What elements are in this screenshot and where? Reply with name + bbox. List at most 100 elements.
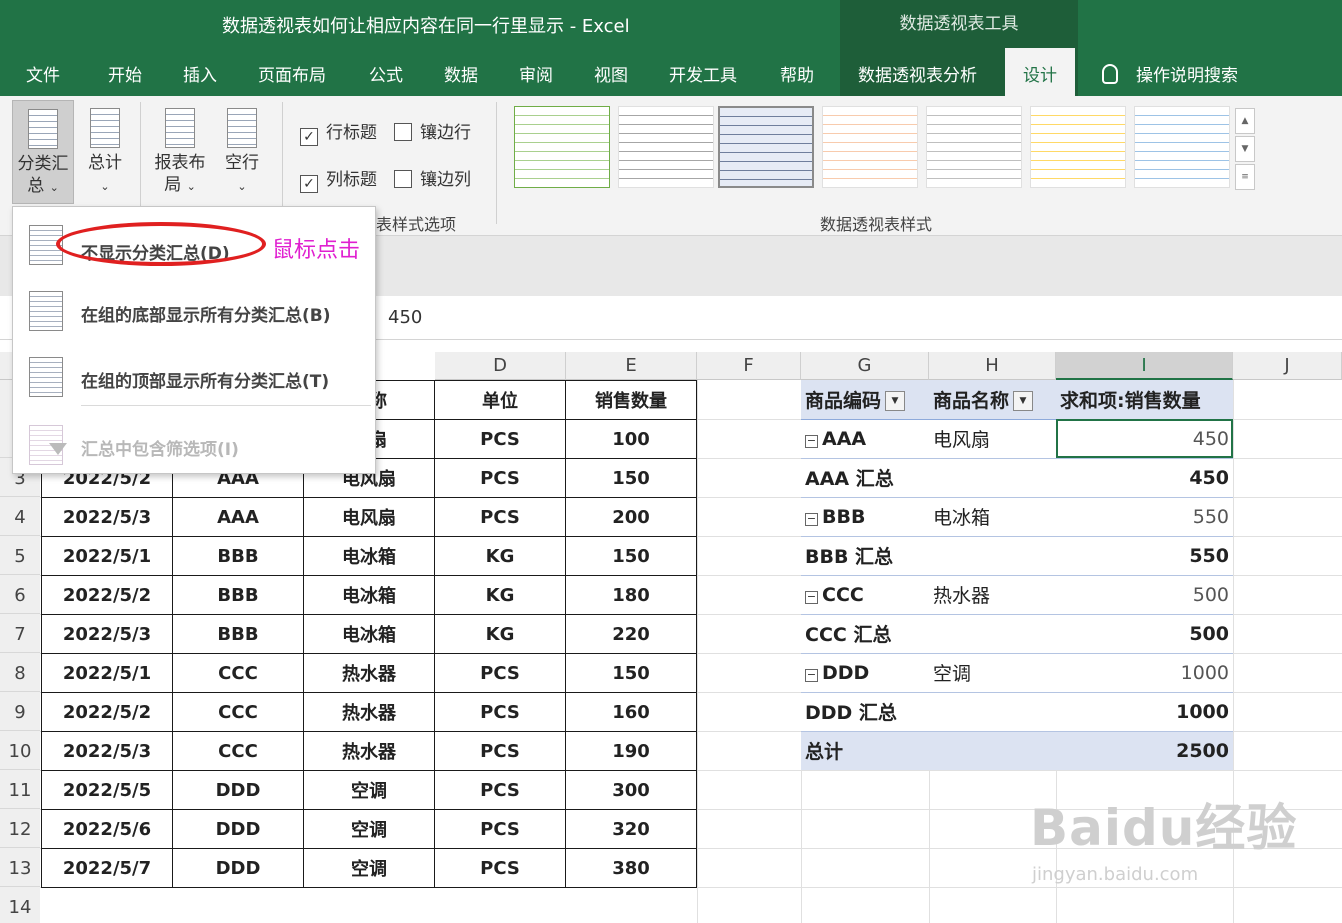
table-cell[interactable]: DDD <box>172 848 304 888</box>
table-cell[interactable]: 空调 <box>303 848 435 888</box>
menu-item-subtotals-top[interactable]: 在组的顶部显示所有分类汇总(T) <box>13 345 375 405</box>
table-cell[interactable]: BBB <box>172 575 304 615</box>
gallery-scroll-up-icon[interactable]: ▲ <box>1235 108 1255 134</box>
row-header-12[interactable]: 12 <box>0 809 40 848</box>
pivot-code-cell[interactable]: − DDD <box>801 653 929 693</box>
row-header-8[interactable]: 8 <box>0 653 40 692</box>
table-cell[interactable]: 2022/5/3 <box>41 497 173 537</box>
tab-data[interactable]: 数据 <box>444 61 478 86</box>
table-cell[interactable]: 180 <box>565 575 697 615</box>
table-cell[interactable]: 热水器 <box>303 653 435 693</box>
table-cell[interactable]: 2022/5/5 <box>41 770 173 810</box>
table-cell[interactable]: 2022/5/3 <box>41 731 173 771</box>
pivot-subtotal-value[interactable]: 1000 <box>1056 692 1233 732</box>
pivot-name-cell[interactable]: 电风扇 <box>929 419 1056 459</box>
tab-home[interactable]: 开始 <box>108 61 142 86</box>
style-swatch-yellow[interactable] <box>1030 106 1126 188</box>
tab-file[interactable]: 文件 <box>26 61 60 86</box>
table-cell[interactable]: 电冰箱 <box>303 614 435 654</box>
filter-dropdown-icon[interactable]: ▼ <box>1013 391 1034 412</box>
table-cell[interactable]: 160 <box>565 692 697 732</box>
filter-dropdown-icon[interactable]: ▼ <box>885 391 906 412</box>
style-swatch-light-gray[interactable] <box>926 106 1022 188</box>
table-cell[interactable]: BBB <box>172 536 304 576</box>
collapse-icon[interactable]: − <box>805 434 818 448</box>
style-swatch-blue-selected[interactable] <box>718 106 814 188</box>
blank-rows-button[interactable]: 空行 ⌄ <box>218 108 266 204</box>
table-cell[interactable]: PCS <box>434 419 566 459</box>
pivot-code-cell[interactable]: − CCC <box>801 575 929 615</box>
table-cell[interactable]: PCS <box>434 653 566 693</box>
table-cell[interactable]: 2022/5/2 <box>41 692 173 732</box>
table-cell[interactable]: 300 <box>565 770 697 810</box>
pivot-empty-cell[interactable] <box>929 730 1056 770</box>
subtotals-button[interactable]: 分类汇 总 ⌄ <box>12 100 74 204</box>
table-cell[interactable]: 220 <box>565 614 697 654</box>
column-header-f[interactable]: F <box>697 352 801 380</box>
table-cell[interactable]: 电冰箱 <box>303 575 435 615</box>
pivot-subtotal-label[interactable]: CCC 汇总 <box>801 614 929 654</box>
table-cell[interactable]: 空调 <box>303 809 435 849</box>
row-header-6[interactable]: 6 <box>0 575 40 614</box>
table-cell[interactable]: KG <box>434 614 566 654</box>
banded-columns-checkbox[interactable]: 镶边列 <box>394 165 471 190</box>
pivot-header-sum[interactable]: 求和项:销售数量 <box>1056 380 1233 420</box>
table-cell[interactable]: 2022/5/7 <box>41 848 173 888</box>
pivot-grand-total-label[interactable]: 总计 <box>801 730 929 770</box>
tab-insert[interactable]: 插入 <box>183 61 217 86</box>
table-cell[interactable]: AAA <box>172 497 304 537</box>
pivot-sum-cell[interactable]: 500 <box>1056 575 1233 615</box>
row-header-10[interactable]: 10 <box>0 731 40 770</box>
pivot-name-cell[interactable]: 空调 <box>929 653 1056 693</box>
table-cell[interactable]: KG <box>434 575 566 615</box>
table-cell[interactable]: 150 <box>565 458 697 498</box>
pivot-sum-cell[interactable]: 450 <box>1056 419 1233 459</box>
pivot-code-cell[interactable]: − BBB <box>801 497 929 537</box>
row-header-11[interactable]: 11 <box>0 770 40 809</box>
row-header-7[interactable]: 7 <box>0 614 40 653</box>
pivot-subtotal-value[interactable]: 550 <box>1056 536 1233 576</box>
pivot-name-cell[interactable]: 热水器 <box>929 575 1056 615</box>
column-headers-checkbox[interactable]: ✓ 列标题 <box>300 165 377 193</box>
tab-formulas[interactable]: 公式 <box>369 61 403 86</box>
table-cell[interactable]: 2022/5/6 <box>41 809 173 849</box>
gallery-more-icon[interactable]: ≡ <box>1235 164 1255 190</box>
grand-totals-button[interactable]: 总计 ⌄ <box>80 108 130 204</box>
pivot-name-cell[interactable]: 电冰箱 <box>929 497 1056 537</box>
table-cell[interactable]: 380 <box>565 848 697 888</box>
tell-me-search[interactable]: 操作说明搜索 <box>1102 61 1238 86</box>
pivot-grand-total-value[interactable]: 2500 <box>1056 730 1233 770</box>
table-cell[interactable]: 2022/5/1 <box>41 653 173 693</box>
column-header-d[interactable]: D <box>435 352 566 380</box>
style-swatch-orange[interactable] <box>822 106 918 188</box>
table-cell[interactable]: KG <box>434 536 566 576</box>
table-cell[interactable]: PCS <box>434 731 566 771</box>
gallery-scroll-down-icon[interactable]: ▼ <box>1235 136 1255 162</box>
column-header-j[interactable]: J <box>1233 352 1342 380</box>
collapse-icon[interactable]: − <box>805 668 818 682</box>
row-header-13[interactable]: 13 <box>0 848 40 887</box>
row-headers-checkbox[interactable]: ✓ 行标题 <box>300 118 377 146</box>
table-cell[interactable]: 单位 <box>434 380 566 420</box>
column-header-i[interactable]: I <box>1056 352 1233 380</box>
table-cell[interactable]: 电冰箱 <box>303 536 435 576</box>
report-layout-button[interactable]: 报表布 局 ⌄ <box>148 108 212 204</box>
table-cell[interactable]: DDD <box>172 770 304 810</box>
tab-design[interactable]: 设计 <box>1005 48 1075 96</box>
table-cell[interactable]: PCS <box>434 848 566 888</box>
tab-review[interactable]: 审阅 <box>519 61 553 86</box>
pivot-subtotal-value[interactable]: 450 <box>1056 458 1233 498</box>
style-swatch-light-blue[interactable] <box>1134 106 1230 188</box>
pivot-sum-cell[interactable]: 550 <box>1056 497 1233 537</box>
row-header-5[interactable]: 5 <box>0 536 40 575</box>
style-swatch-gray[interactable] <box>618 106 714 188</box>
table-cell[interactable]: 100 <box>565 419 697 459</box>
table-cell[interactable]: PCS <box>434 497 566 537</box>
table-cell[interactable]: 销售数量 <box>565 380 697 420</box>
formula-value[interactable]: 450 <box>388 307 422 328</box>
pivot-empty-cell[interactable] <box>929 536 1056 576</box>
table-cell[interactable]: 2022/5/3 <box>41 614 173 654</box>
table-cell[interactable]: PCS <box>434 770 566 810</box>
table-cell[interactable]: 200 <box>565 497 697 537</box>
tab-developer[interactable]: 开发工具 <box>669 61 737 86</box>
